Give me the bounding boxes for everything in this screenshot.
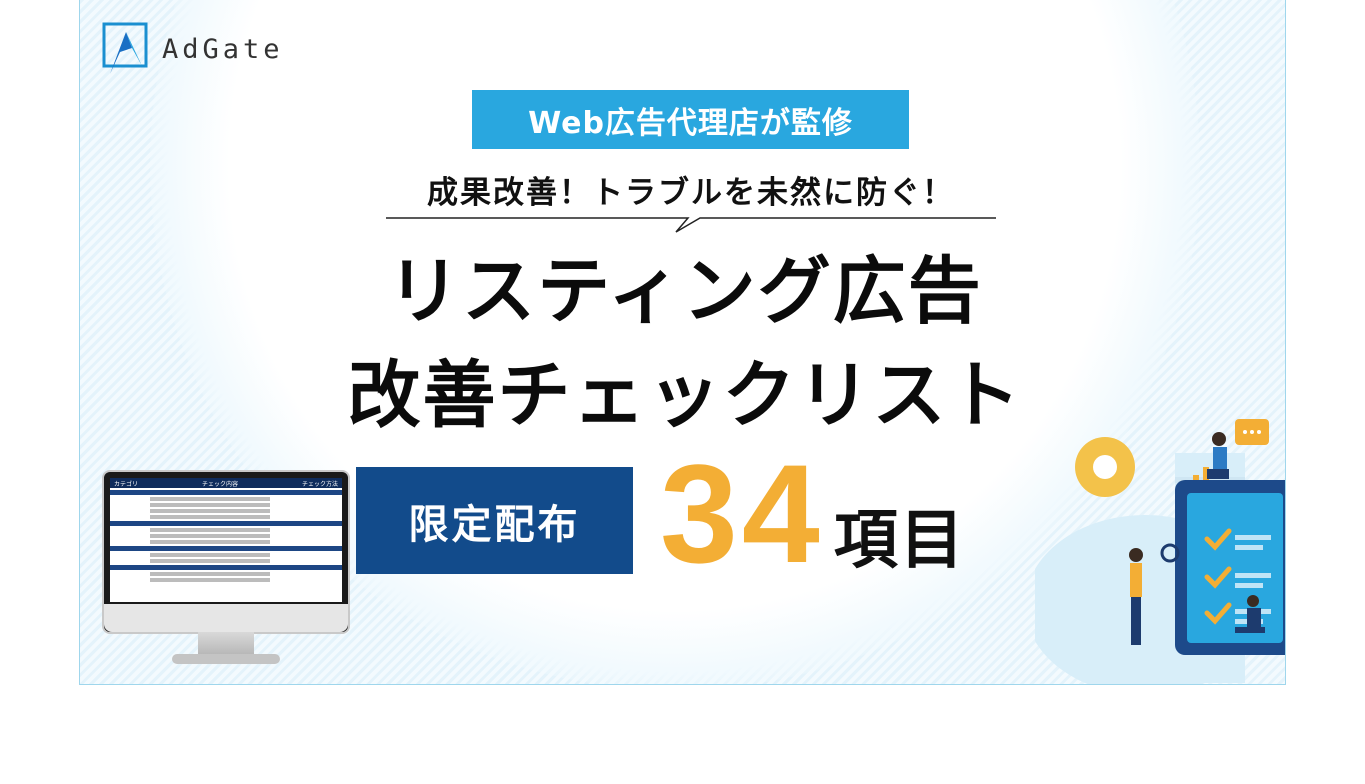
headline-line2: 改善チェックリスト: [347, 353, 1023, 438]
monitor-icon: カテゴリ チェック内容 チェック方法: [102, 470, 350, 670]
monitor-chin: [104, 604, 348, 632]
checklist-sheet-preview: カテゴリ チェック内容 チェック方法: [110, 478, 342, 602]
checklist-illustration-icon: [1035, 419, 1285, 684]
sheet-col-content: チェック内容: [201, 480, 238, 488]
sheet-row: [150, 578, 270, 582]
sheet-header: カテゴリ チェック内容 チェック方法: [110, 478, 342, 488]
limited-distribution-label: 限定配布: [356, 467, 633, 574]
sheet-section: [110, 565, 342, 570]
sheet-row: [150, 503, 270, 507]
gear-icon: [1075, 437, 1135, 497]
brand-name: AdGate: [162, 33, 284, 65]
sheet-row: [150, 559, 270, 563]
adgate-logo[interactable]: AdGate: [102, 22, 284, 76]
sheet-col-category: カテゴリ: [114, 480, 139, 488]
sheet-row: [150, 534, 270, 538]
adgate-logo-icon: [102, 22, 148, 74]
sheet-row: [150, 528, 270, 532]
monitor-stand: [198, 632, 254, 656]
chat-bubble-icon: [1235, 419, 1269, 445]
item-count-unit: 項目: [833, 504, 966, 578]
monitor-screen: カテゴリ チェック内容 チェック方法: [102, 470, 350, 634]
hero-banner: AdGate Web広告代理店が監修 成果改善！トラブルを未然に防ぐ！ リスティ…: [79, 0, 1286, 685]
sheet-row: [150, 515, 270, 519]
sheet-row: [150, 509, 270, 513]
tagline: 成果改善！トラブルを未然に防ぐ！: [427, 175, 955, 211]
sheet-row: [150, 540, 270, 544]
item-count-number: 34: [660, 435, 824, 592]
speech-underline: [386, 217, 996, 233]
sheet-section: [110, 490, 342, 495]
sheet-section: [110, 521, 342, 526]
headline: リスティング広告 改善チェックリスト: [210, 240, 1160, 448]
sheet-section: [110, 546, 342, 551]
supervision-badge: Web広告代理店が監修: [472, 90, 909, 149]
sheet-col-check: チェック方法: [301, 480, 338, 488]
headline-line1: リスティング広告: [387, 249, 983, 334]
sheet-row: [150, 497, 270, 501]
monitor-base: [172, 654, 280, 664]
sheet-row: [150, 572, 270, 576]
item-count: 34 項目: [660, 444, 966, 584]
sheet-row: [150, 553, 270, 557]
